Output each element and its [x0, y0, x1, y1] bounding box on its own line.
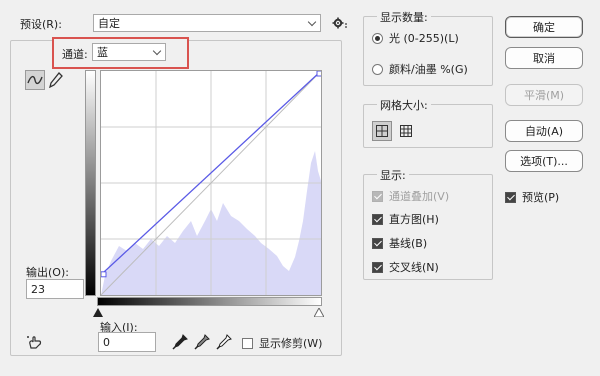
baseline-label: 基线(B)	[389, 237, 428, 250]
intersection-line-label: 交叉线(N)	[389, 261, 439, 274]
preset-select[interactable]: 自定	[93, 14, 321, 32]
baseline-checkbox[interactable]	[372, 237, 383, 249]
pigment-radio[interactable]	[372, 63, 383, 75]
chevron-down-icon	[308, 19, 316, 27]
preset-value: 自定	[98, 17, 120, 30]
show-histogram-option[interactable]: 直方图(H)	[372, 211, 439, 227]
display-amount-option-pigment[interactable]: 颜料/油墨 %(G)	[372, 61, 468, 77]
chevron-down-icon	[153, 48, 161, 56]
curve-point-end	[316, 71, 321, 77]
histogram-checkbox[interactable]	[372, 213, 383, 225]
curve-point-tool-icon[interactable]	[25, 70, 45, 90]
display-amount-option-light[interactable]: 光 (0-255)(L)	[372, 30, 459, 46]
show-channel-overlays-option: 通道叠加(V)	[372, 188, 449, 204]
options-button[interactable]: 选项(T)...	[505, 150, 583, 172]
channel-overlays-label: 通道叠加(V)	[389, 190, 450, 203]
channel-overlays-checkbox	[372, 190, 383, 202]
white-eyedropper-icon[interactable]	[214, 332, 234, 352]
preview-option[interactable]: 预览(P)	[505, 189, 559, 205]
intersection-line-checkbox[interactable]	[372, 261, 383, 273]
curve-point-start	[101, 271, 107, 278]
show-clipping-option[interactable]: 显示修剪(W)	[242, 335, 322, 351]
grid-simple-icon[interactable]	[372, 121, 392, 141]
smooth-button: 平滑(M)	[505, 84, 583, 106]
curve-graph-svg[interactable]	[101, 71, 321, 295]
preview-checkbox[interactable]	[505, 191, 516, 203]
display-amount-title: 显示数量:	[377, 9, 431, 25]
gray-eyedropper-icon[interactable]	[192, 332, 212, 352]
input-field[interactable]: 0	[98, 332, 156, 352]
black-eyedropper-icon[interactable]	[170, 332, 190, 352]
channel-label: 通道:	[62, 48, 88, 61]
white-point-slider[interactable]	[313, 306, 325, 320]
output-field[interactable]: 23	[26, 279, 84, 299]
cancel-button[interactable]: 取消	[505, 47, 583, 69]
pigment-radio-label: 颜料/油墨 %(G)	[389, 63, 468, 76]
targeted-adjustment-hand-icon[interactable]	[26, 333, 46, 353]
preset-label: 预设(R):	[20, 18, 62, 31]
output-label: 输出(O):	[26, 266, 69, 279]
light-radio-label: 光 (0-255)(L)	[389, 32, 459, 45]
channel-value: 蓝	[97, 46, 108, 59]
show-intersection-option[interactable]: 交叉线(N)	[372, 259, 439, 275]
show-clipping-checkbox[interactable]	[242, 337, 253, 349]
show-title: 显示:	[377, 167, 409, 183]
output-value: 23	[31, 282, 45, 296]
input-value: 0	[103, 335, 110, 349]
preset-options-gear-icon[interactable]	[330, 13, 350, 33]
light-radio[interactable]	[372, 32, 383, 44]
show-clipping-label: 显示修剪(W)	[259, 337, 323, 350]
histogram-label: 直方图(H)	[389, 213, 439, 226]
curve-graph[interactable]	[100, 70, 322, 296]
auto-button[interactable]: 自动(A)	[505, 120, 583, 142]
show-baseline-option[interactable]: 基线(B)	[372, 235, 427, 251]
ok-button[interactable]: 确定	[505, 16, 583, 38]
grid-detailed-icon[interactable]	[396, 121, 416, 141]
output-gradient-bar	[85, 70, 96, 296]
grid-size-title: 网格大小:	[377, 97, 431, 113]
channel-select[interactable]: 蓝	[92, 43, 166, 61]
input-gradient-bar	[97, 297, 322, 306]
pencil-tool-icon[interactable]	[46, 70, 66, 90]
preview-label: 预览(P)	[522, 191, 560, 204]
